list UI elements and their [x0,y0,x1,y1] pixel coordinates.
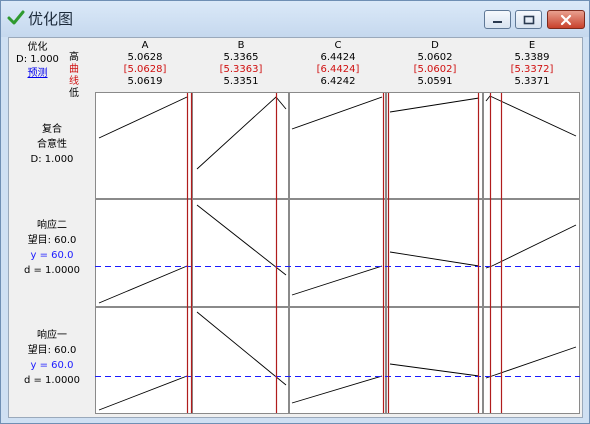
predict-link[interactable]: 预测 [28,68,48,80]
factor-high: 5.3389 [514,52,550,63]
factor-name: E [528,40,536,51]
factor-current[interactable]: [5.3372] [484,64,580,76]
close-icon [560,14,572,25]
cell-response2-d [386,199,483,307]
factor-header-b: B 5.3365 [5.3363] 5.3351 [193,40,289,88]
factor-header-a: A 5.0628 [5.0628] 5.0619 [97,40,193,88]
summary-label: 优化 [27,42,48,53]
cell-composite-d [386,92,483,199]
factor-name: C [334,40,342,51]
response-goal: 望目: 60.0 [27,235,77,246]
row-label-low: 低 [69,88,79,99]
row-label-current: 曲线 [69,64,79,87]
optimization-plot-window: 优化图 优化 D: 1.000 预测 高 曲线 低 A 5.0628 [5.06… [0,0,590,424]
response-desirability: d = 1.0000 [23,375,81,386]
factor-current[interactable]: [6.4424] [290,64,386,76]
factor-header-c: C 6.4424 [6.4424] 6.4242 [290,40,386,88]
response-label-composite: 复合 合意性 D: 1.000 [9,122,95,167]
cell-response2-b [192,199,289,307]
summary-desirability: D: 1.000 [16,54,59,65]
factor-high: 5.0628 [127,52,163,63]
factor-name: A [141,40,149,51]
plot-area: 优化 D: 1.000 预测 高 曲线 低 A 5.0628 [5.0628] … [8,37,583,418]
response-predicted: y = 60.0 [30,250,74,261]
factor-header-d: D 5.0602 [5.0602] 5.0591 [387,40,483,88]
cell-composite-b [192,92,289,199]
factor-name: B [237,40,245,51]
optimization-summary: 优化 D: 1.000 预测 [9,42,66,80]
factor-header-e: E 5.3389 [5.3372] 5.3371 [484,40,580,88]
factor-low: 6.4242 [320,76,356,87]
minimize-button[interactable] [484,10,511,29]
factor-low: 5.3351 [223,76,259,87]
cell-response1-e [483,307,580,414]
factor-current[interactable]: [5.0628] [97,64,193,76]
title-bar[interactable]: 优化图 [1,1,589,37]
factor-high: 6.4424 [320,52,356,63]
response-name: 响应二 [37,220,67,231]
cell-response1-c [289,307,386,414]
cell-response2-a [95,199,192,307]
factor-current[interactable]: [5.3363] [193,64,289,76]
response-value: D: 1.000 [30,154,74,165]
row-label-high: 高 [69,52,79,63]
cell-response2-e [483,199,580,307]
minimize-icon [493,21,502,23]
cell-composite-a [95,92,192,199]
cell-response2-c [289,199,386,307]
factor-name: D [431,40,439,51]
cell-response1-b [192,307,289,414]
factor-current[interactable]: [5.0602] [387,64,483,76]
factor-low: 5.3371 [514,76,550,87]
factor-low: 5.0591 [417,76,453,87]
cell-composite-c [289,92,386,199]
factor-high: 5.3365 [223,52,259,63]
maximize-button[interactable] [515,10,542,29]
cell-composite-e [483,92,580,199]
maximize-icon [523,15,534,24]
response-name: 复合 [42,124,62,135]
response-desirability: d = 1.0000 [23,265,81,276]
window-title: 优化图 [28,10,74,28]
close-button[interactable] [547,10,585,29]
optimization-plot-grid [95,92,580,414]
response-label-2: 响应二 望目: 60.0 y = 60.0 d = 1.0000 [9,218,95,278]
checkmark-icon [7,10,25,25]
response-desc: 合意性 [37,139,67,150]
setting-row-labels: 高 曲线 低 [69,52,87,100]
cell-response1-d [386,307,483,414]
response-goal: 望目: 60.0 [27,345,77,356]
response-name: 响应一 [37,330,67,341]
factor-high: 5.0602 [417,52,453,63]
factor-low: 5.0619 [127,76,163,87]
cell-response1-a [95,307,192,414]
response-label-1: 响应一 望目: 60.0 y = 60.0 d = 1.0000 [9,328,95,388]
response-predicted: y = 60.0 [30,360,74,371]
